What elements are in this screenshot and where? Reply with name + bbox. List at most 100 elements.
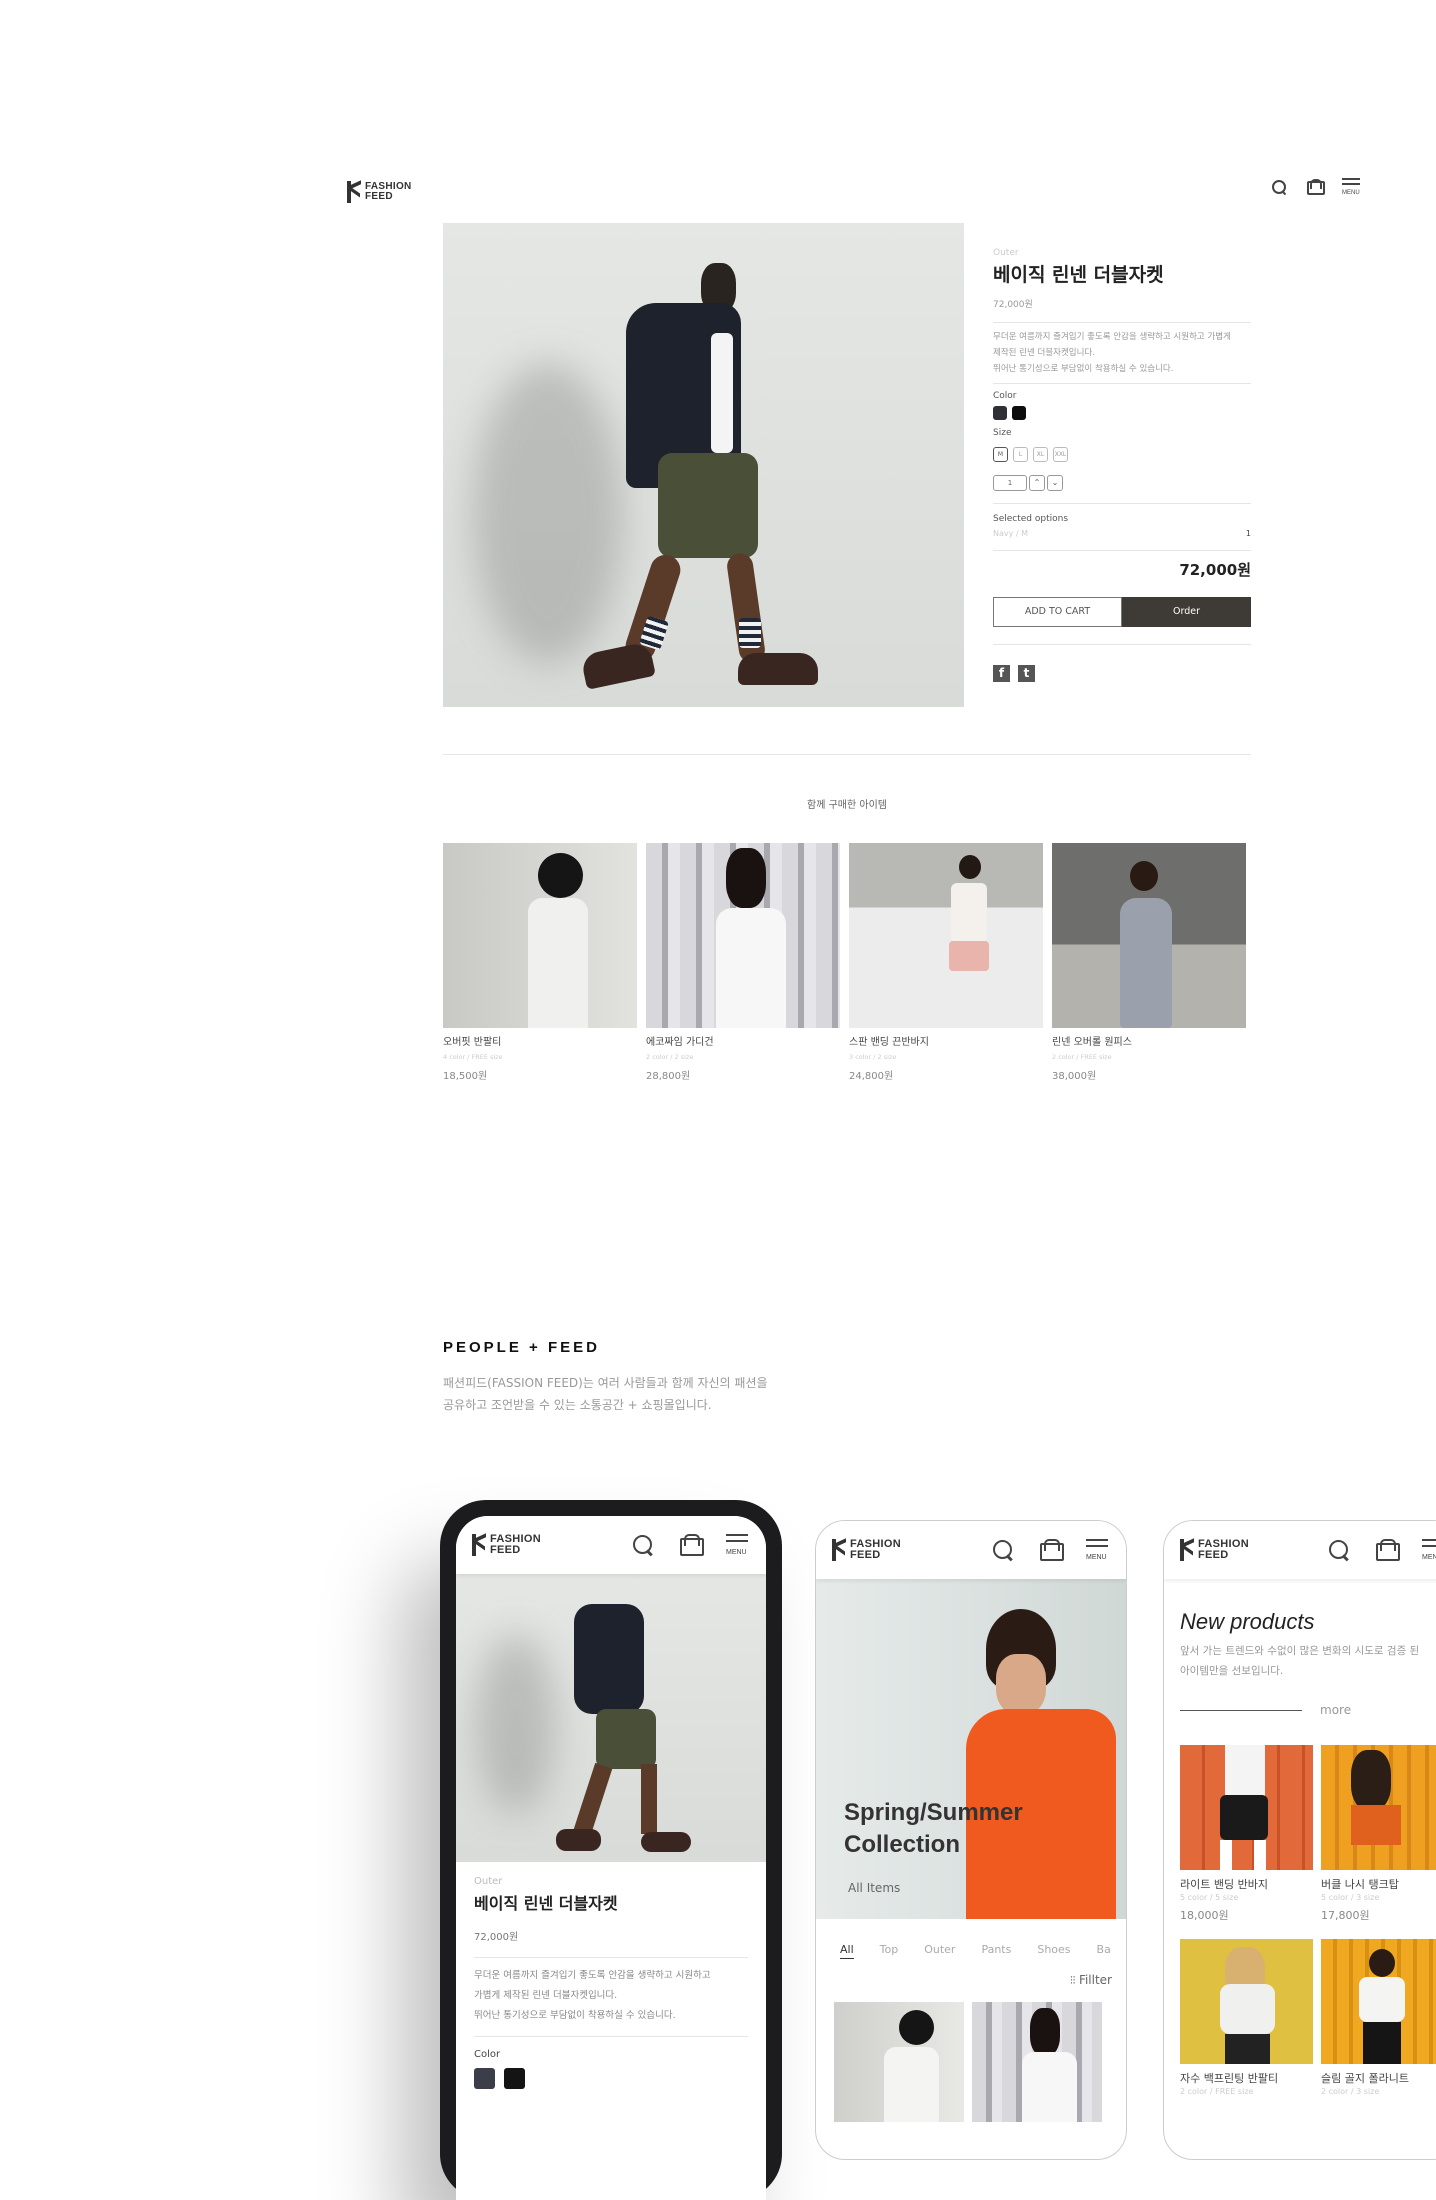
selected-options-label: Selected options: [993, 514, 1069, 524]
product-category: Outer: [993, 248, 1019, 258]
color-swatch-black[interactable]: [504, 2068, 525, 2089]
color-swatch-navy[interactable]: [474, 2068, 495, 2089]
product-description: 무더운 여름까지 즐겨입기 좋도록 안감을 생략하고 시원하고 가볍게 제작된 …: [474, 1970, 711, 2021]
new-product-item[interactable]: 자수 백프린팅 반팔티 2 color / FREE size: [1180, 1939, 1313, 2096]
brand-logo[interactable]: FASHION FEED: [347, 180, 412, 203]
product-main-image: [443, 223, 964, 707]
related-item[interactable]: 오버핏 반팔티 4 color / FREE size 18,500원: [443, 843, 637, 1082]
divider: [993, 644, 1251, 645]
quantity-stepper: 1 ⌃ ⌄: [993, 475, 1251, 491]
collection-hero: Spring/Summer Collection All Items: [816, 1579, 1126, 1919]
mobile-mockup-product: FASHION FEED MENU Outer 베이직 린넨 더블자켓 72,00…: [440, 1500, 782, 2200]
selected-option-row: Navy / M 1: [993, 529, 1251, 538]
size-options: M L XL XXL: [993, 441, 1251, 462]
tab-outer[interactable]: Outer: [924, 1943, 955, 1959]
tab-bags[interactable]: Ba: [1097, 1943, 1111, 1959]
menu-icon[interactable]: MENU: [1422, 1539, 1436, 1561]
tab-shoes[interactable]: Shoes: [1037, 1943, 1070, 1959]
new-products-section: New products 앞서 가는 트렌드와 수없이 많은 변화의 시도로 검…: [1164, 1579, 1436, 2096]
all-items-link[interactable]: All Items: [848, 1881, 900, 1895]
quantity-up-button[interactable]: ⌃: [1029, 475, 1045, 491]
filter-button[interactable]: ⫶⫶ Fillter: [816, 1959, 1126, 1988]
bag-icon[interactable]: [1040, 1539, 1064, 1561]
selected-option-value: Navy / M: [993, 529, 1029, 538]
menu-icon[interactable]: MENU: [1086, 1539, 1108, 1561]
collection-item-image[interactable]: [834, 2002, 964, 2122]
size-label: Size: [993, 428, 1012, 438]
new-product-item[interactable]: 슬림 골지 폴라니트 2 color / 3 size: [1321, 1939, 1436, 2096]
mobile-mockup-collection: FASHION FEED MENU Spring/Summer Collectio…: [815, 1520, 1127, 2160]
product-price: 72,000원: [474, 1932, 519, 1943]
mobile-header: FASHIONFEED MENU: [816, 1521, 1126, 1579]
total-price: 72,000원: [1179, 561, 1251, 579]
size-option-m[interactable]: M: [993, 447, 1008, 462]
mobile-mockup-new-products: FASHIONFEED MENU New products 앞서 가는 트렌드와…: [1163, 1520, 1436, 2160]
brand-logo[interactable]: FASHION FEED: [832, 1538, 901, 1561]
size-option-xxl[interactable]: XXL: [1053, 447, 1068, 462]
tab-top[interactable]: Top: [880, 1943, 899, 1959]
filter-icon: ⫶⫶: [1069, 1974, 1079, 1987]
logo-mark-icon: [832, 1538, 846, 1561]
size-option-xl[interactable]: XL: [1033, 447, 1048, 462]
new-products-title: New products: [1180, 1609, 1315, 1634]
related-title: 함께 구매한 아이템: [807, 800, 887, 811]
related-item-image: [443, 843, 637, 1028]
search-icon[interactable]: [992, 1539, 1014, 1561]
logo-mark-icon: [472, 1533, 486, 1556]
related-item-image: [646, 843, 840, 1028]
bag-icon[interactable]: [1376, 1539, 1400, 1561]
divider: [993, 322, 1251, 323]
related-item[interactable]: 에코짜임 가디건 2 color / 2 size 28,800원: [646, 843, 840, 1082]
selected-option-qty: 1: [1245, 529, 1251, 538]
category-tabs: All Top Outer Pants Shoes Ba: [816, 1919, 1126, 1959]
brand-logo[interactable]: FASHION FEED: [472, 1533, 541, 1556]
people-feed-description: 패션피드(FASSION FEED)는 여러 사람들과 함께 자신의 패션을 공…: [443, 1376, 768, 1412]
collection-title: Spring/Summer Collection: [844, 1799, 1023, 1858]
search-icon[interactable]: [632, 1534, 654, 1556]
tab-all[interactable]: All: [840, 1943, 854, 1959]
more-link[interactable]: more: [1180, 1703, 1436, 1717]
logo-mark-icon: [1180, 1538, 1194, 1561]
related-item[interactable]: 스판 밴딩 끈반바지 3 color / 2 size 24,800원: [849, 843, 1043, 1082]
collection-item-image[interactable]: [972, 2002, 1102, 2122]
search-icon[interactable]: [1328, 1539, 1350, 1561]
quantity-down-button[interactable]: ⌄: [1047, 475, 1063, 491]
related-grid: 오버핏 반팔티 4 color / FREE size 18,500원 에코짜임…: [443, 843, 1246, 1082]
new-products-description: 앞서 가는 트렌드와 수없이 많은 변화의 시도로 검증 된 아이템만을 선보입…: [1180, 1645, 1420, 1677]
logo-mark-icon: [347, 180, 361, 203]
bag-icon[interactable]: [1307, 179, 1325, 195]
related-item-image: [849, 843, 1043, 1028]
product-description: 무더운 여름까지 즐겨입기 좋도록 안감을 생략하고 시원하고 가볍게 제작된 …: [993, 332, 1231, 374]
header-actions: MENU: [1271, 178, 1360, 196]
brand-logo[interactable]: FASHION FEED: [1180, 1538, 1249, 1561]
new-products-grid: 라이트 밴딩 반바지 5 color / 5 size 18,000원 버클 나…: [1180, 1745, 1436, 2096]
add-to-cart-button[interactable]: ADD TO CART: [993, 597, 1122, 627]
tab-pants[interactable]: Pants: [981, 1943, 1011, 1959]
related-item[interactable]: 린넨 오버롤 원피스 2 color / FREE size 38,000원: [1052, 843, 1246, 1082]
order-button[interactable]: Order: [1122, 597, 1251, 627]
facebook-icon[interactable]: f: [993, 665, 1010, 682]
search-icon[interactable]: [1271, 179, 1287, 195]
logo-line2: FEED: [365, 191, 393, 202]
divider: [993, 503, 1251, 504]
bag-icon[interactable]: [680, 1534, 704, 1556]
color-label: Color: [993, 391, 1017, 401]
menu-icon[interactable]: MENU: [726, 1534, 748, 1556]
quantity-input[interactable]: 1: [993, 475, 1027, 491]
related-item-image: [1052, 843, 1246, 1028]
product-title: 베이직 린넨 더블자켓: [474, 1894, 618, 1913]
mobile-header: FASHIONFEED MENU: [456, 1516, 766, 1574]
divider: [993, 550, 1251, 551]
new-product-item[interactable]: 라이트 밴딩 반바지 5 color / 5 size 18,000원: [1180, 1745, 1313, 1923]
twitter-icon[interactable]: t: [1018, 665, 1035, 682]
new-product-item[interactable]: 버클 나시 탱크탑 5 color / 3 size 17,800원: [1321, 1745, 1436, 1923]
social-share: ft: [993, 662, 1251, 682]
people-feed-title: PEOPLE + FEED: [443, 1339, 600, 1356]
menu-icon[interactable]: MENU: [1342, 178, 1360, 196]
color-swatch-black[interactable]: [1012, 406, 1026, 420]
section-divider: [443, 754, 1251, 755]
collection-grid: [816, 1988, 1126, 2122]
mobile-header: FASHIONFEED MENU: [1164, 1521, 1436, 1579]
size-option-l[interactable]: L: [1013, 447, 1028, 462]
color-swatch-navy[interactable]: [993, 406, 1007, 420]
